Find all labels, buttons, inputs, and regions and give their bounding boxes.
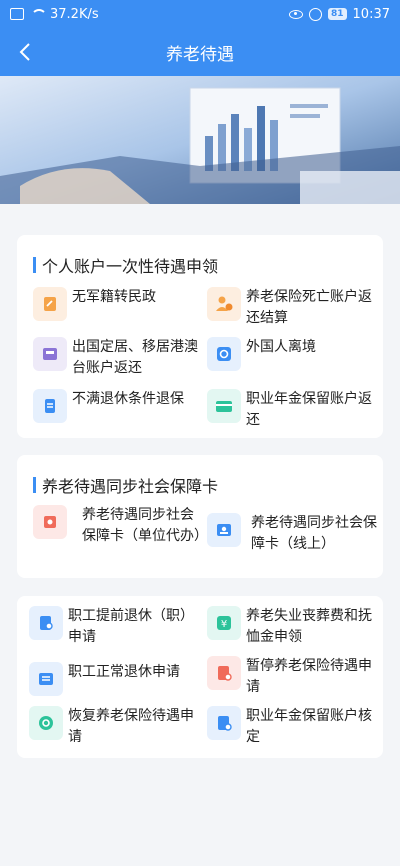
puzzle-icon	[33, 505, 67, 539]
page-title: 养老待遇	[166, 44, 234, 65]
service-item-resume-benefit[interactable]: 恢复养老保险待遇申请	[29, 706, 201, 748]
service-item-funeral-pension[interactable]: ¥ 养老失业丧葬费和抚恤金申领	[207, 606, 377, 648]
service-item-normal-retirement[interactable]: 职工正常退休申请	[29, 662, 201, 696]
refresh-icon	[207, 337, 241, 371]
service-item-suspend-benefit[interactable]: 暂停养老保险待遇申请	[207, 656, 377, 698]
service-item-card-sync-online[interactable]: 养老待遇同步社会保障卡（线上）	[207, 513, 377, 555]
wifi-icon	[30, 8, 47, 20]
document-search-icon	[29, 606, 63, 640]
id-card-icon	[207, 513, 241, 547]
battery-indicator: 81	[328, 8, 347, 20]
document-pause-icon	[207, 656, 241, 690]
service-item-annuity-refund[interactable]: 职业年金保留账户返还	[207, 389, 377, 431]
database-icon	[33, 389, 67, 423]
section-title: 个人账户一次性待遇申领	[33, 253, 218, 277]
yen-icon: ¥	[207, 606, 241, 640]
section-card-retirement: 职工提前退休（职）申请 ¥ 养老失业丧葬费和抚恤金申领 职工正常退休申请 暂停养…	[17, 596, 383, 758]
gauge-icon	[309, 7, 322, 21]
document-edit-icon	[33, 287, 67, 321]
status-bar: 37.2K/s 81 10:37	[0, 0, 400, 28]
eye-icon	[289, 9, 303, 19]
network-speed: 37.2K/s	[50, 6, 99, 22]
service-item-no-military-status[interactable]: 无军籍转民政	[33, 287, 203, 321]
section-title: 养老待遇同步社会保障卡	[33, 473, 218, 497]
banner-illustration	[0, 76, 400, 204]
document-check-icon	[207, 706, 241, 740]
service-item-emigration-refund[interactable]: 出国定居、移居港澳台账户返还	[33, 337, 203, 379]
title-accent-bar	[33, 257, 36, 273]
service-item-foreigner-departure[interactable]: 外国人离境	[207, 337, 377, 371]
section-card-social-security: 养老待遇同步社会保障卡 养老待遇同步社会保障卡（单位代办） 养老待遇同步社会保障…	[17, 455, 383, 578]
service-item-death-account-refund[interactable]: 养老保险死亡账户返还结算	[207, 287, 377, 329]
service-item-card-sync-employer[interactable]: 养老待遇同步社会保障卡（单位代办）	[33, 505, 208, 547]
list-icon	[29, 662, 63, 696]
app-header: 养老待遇	[0, 28, 400, 76]
banner-image	[0, 76, 400, 204]
card-icon	[207, 389, 241, 423]
gear-refresh-icon	[29, 706, 63, 740]
sim-icon	[10, 8, 24, 20]
clock: 10:37	[352, 6, 390, 22]
chevron-left-icon	[19, 43, 30, 61]
title-accent-bar	[33, 477, 36, 493]
back-button[interactable]	[14, 40, 38, 64]
svg-text:¥: ¥	[221, 619, 227, 630]
service-item-annuity-verify[interactable]: 职业年金保留账户核定	[207, 706, 377, 748]
section-card-one-time-benefit: 个人账户一次性待遇申领 无军籍转民政 养老保险死亡账户返还结算 出国定居、移居港…	[17, 235, 383, 438]
service-item-early-retirement[interactable]: 职工提前退休（职）申请	[29, 606, 201, 648]
person-money-icon	[207, 287, 241, 321]
service-item-surrender-insurance[interactable]: 不满退休条件退保	[33, 389, 203, 423]
tray-icon	[33, 337, 67, 371]
